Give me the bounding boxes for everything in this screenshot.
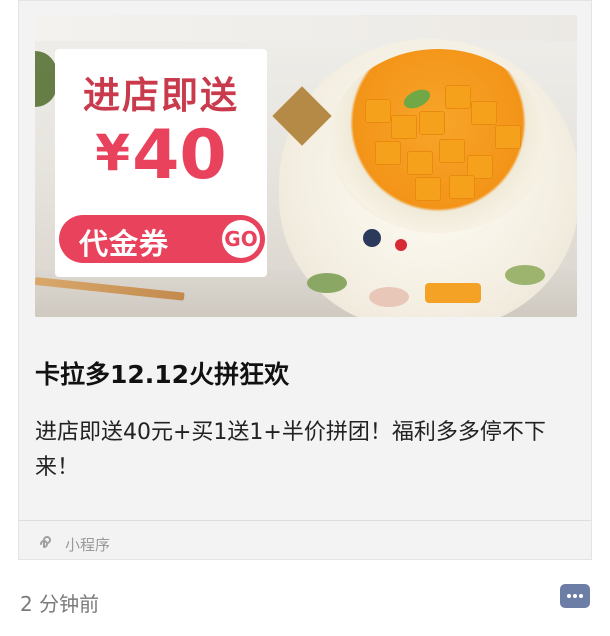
mango-cube [415, 177, 441, 201]
card-title: 卡拉多12.12火拼狂欢 [35, 360, 290, 389]
mini-program-icon [40, 536, 51, 548]
mango-cube [365, 99, 391, 123]
more-dot [579, 594, 583, 598]
go-badge: GO [222, 220, 260, 258]
mango-cube [445, 85, 471, 109]
coupon-pill: 代金券 GO [59, 215, 265, 263]
more-dot [573, 594, 577, 598]
mango-cube [375, 141, 401, 165]
blueberry [363, 229, 381, 247]
coupon-promo-block: 进店即送 ¥40 代金券 GO [55, 49, 267, 277]
promo-headline: 进店即送 [83, 74, 239, 117]
post-time: 2 分钟前 [20, 592, 100, 616]
more-dot [567, 594, 571, 598]
fruit-slice [369, 287, 409, 307]
card-divider [19, 520, 591, 521]
banner-background [35, 15, 577, 41]
mango-cube [439, 139, 465, 163]
currency-symbol: ¥ [95, 124, 131, 182]
mango-cube [449, 175, 475, 199]
card-description: 进店即送40元+买1送1+半价拼团！福利多多停不下来！ [35, 420, 546, 480]
leaf-decoration [35, 51, 57, 107]
red-berry [395, 239, 407, 251]
kiwi-slice [307, 273, 347, 293]
mango-cube [471, 101, 497, 125]
mango-cube [391, 115, 417, 139]
coupon-label: 代金券 [79, 227, 170, 261]
mini-program-label: 小程序 [65, 536, 111, 554]
coupon-value: 40 [132, 116, 227, 195]
kiwi-slice [505, 265, 545, 285]
mango-cube [419, 111, 445, 135]
mango-cube [407, 151, 433, 175]
mango-cube [495, 125, 521, 149]
more-options-icon[interactable] [560, 584, 590, 608]
coupon-amount: ¥40 [55, 113, 267, 196]
mango-slice [425, 283, 481, 303]
mini-program-card[interactable]: 进店即送 ¥40 代金券 GO 卡拉多12.12火拼狂欢 进店即送40元+买1送… [18, 0, 592, 560]
promo-banner-image[interactable]: 进店即送 ¥40 代金券 GO [35, 15, 577, 317]
